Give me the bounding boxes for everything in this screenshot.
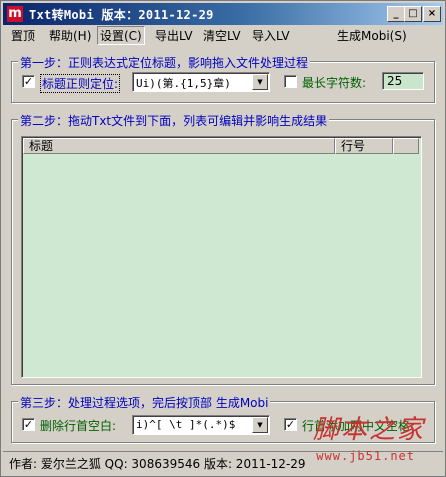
trim-value: i)^[ \t ]*(.*)$ <box>136 418 236 431</box>
watermark-text: 脚本之家 <box>312 415 425 445</box>
title-bar[interactable]: m Txt转Mobi 版本：2011-12-29 _ □ × <box>3 3 443 25</box>
step1-title: 第一步：正则表达式定位标题，影响拖入文件处理过程 <box>18 54 311 71</box>
step2-title: 第二步：拖动Txt文件到下面，列表可编辑并影响生成结果 <box>18 112 330 129</box>
column-header-title[interactable]: 标题 <box>23 138 335 154</box>
minimize-button[interactable]: _ <box>387 6 405 22</box>
trim-combo[interactable]: i)^[ \t ]*(.*)$ ▼ <box>132 415 270 435</box>
menu-generate-mobi[interactable]: 生成Mobi(S) <box>337 27 407 44</box>
column-header-filler <box>393 138 419 154</box>
maxlen-input[interactable]: 25 <box>382 72 424 90</box>
site-watermark: 脚本之家 www.jb51.net <box>293 409 443 467</box>
menu-bar: 置顶 帮助(H) 设置(C) 导出LV 清空LV 导入LV 生成Mobi(S) <box>3 25 443 45</box>
regex-value: Ui)(第.{1,5}章) <box>136 77 231 90</box>
trim-label: 删除行首空白: <box>40 419 117 433</box>
menu-clear-lv[interactable]: 清空LV <box>203 27 241 44</box>
column-header-line[interactable]: 行号 <box>335 138 393 154</box>
app-icon: m <box>7 6 23 22</box>
watermark-url: www.jb51.net <box>316 449 415 463</box>
menu-settings[interactable]: 设置(C) <box>97 26 145 45</box>
chevron-down-icon[interactable]: ▼ <box>252 417 268 433</box>
maxlen-label: 最长字符数: <box>302 76 367 90</box>
menu-import-lv[interactable]: 导入LV <box>252 27 290 44</box>
app-window: m Txt转Mobi 版本：2011-12-29 _ □ × 置顶 帮助(H) … <box>0 0 446 477</box>
close-button[interactable]: × <box>423 6 441 22</box>
status-text: 作者: 爱尔兰之狐 QQ: 308639546 版本: 2011-12-29 <box>9 457 306 471</box>
regex-label: 标题正则定位: <box>40 74 121 93</box>
menu-export-lv[interactable]: 导出LV <box>155 27 193 44</box>
maxlen-checkbox[interactable] <box>284 75 297 88</box>
menu-help[interactable]: 帮助(H) <box>49 27 91 44</box>
menu-pin-top[interactable]: 置顶 <box>11 27 35 44</box>
maximize-button[interactable]: □ <box>404 6 422 22</box>
regex-combo[interactable]: Ui)(第.{1,5}章) ▼ <box>132 72 270 92</box>
step3-title: 第三步：处理过程选项，完后按顶部 生成Mobi <box>18 394 271 411</box>
trim-checkbox[interactable]: ✓ <box>22 418 35 431</box>
step1-group: 第一步：正则表达式定位标题，影响拖入文件处理过程 ✓ 标题正则定位: Ui)(第… <box>11 54 435 103</box>
chevron-down-icon[interactable]: ▼ <box>252 74 268 90</box>
chapter-list[interactable]: 标题 行号 <box>21 136 422 378</box>
regex-checkbox[interactable]: ✓ <box>22 75 35 88</box>
window-title: Txt转Mobi 版本：2011-12-29 <box>29 8 214 22</box>
